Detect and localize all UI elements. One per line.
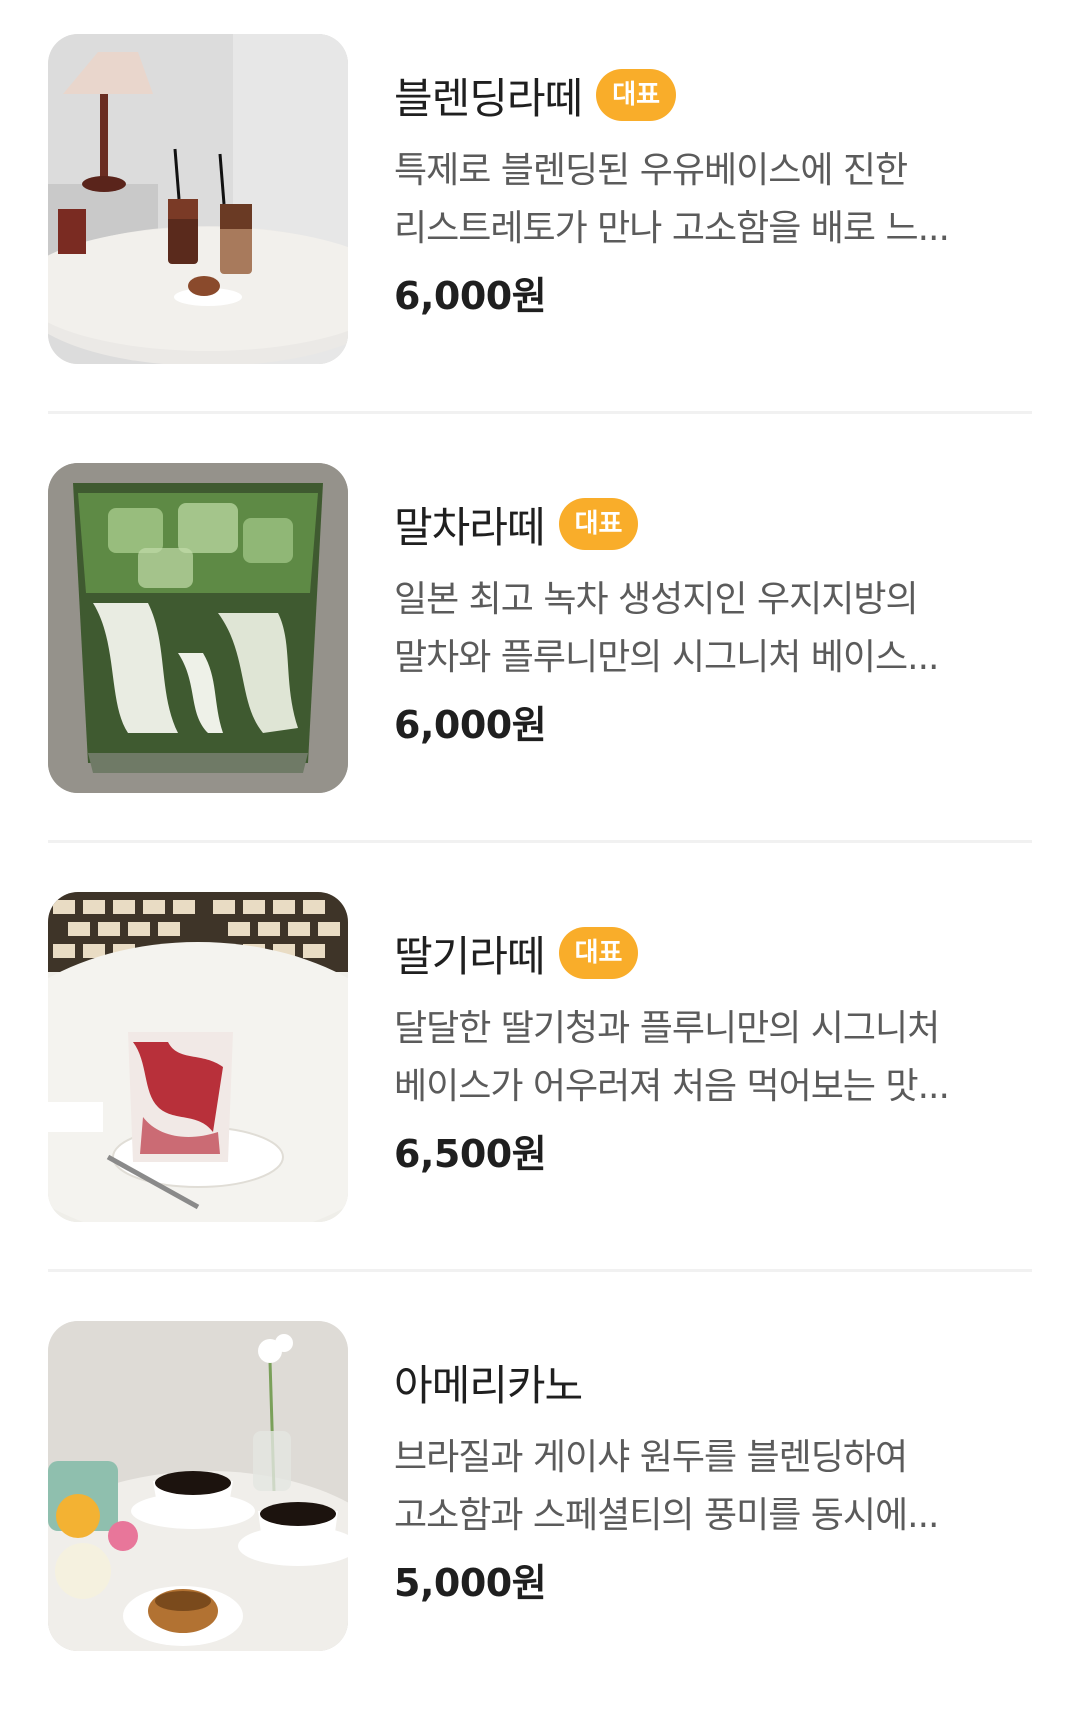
menu-item-image[interactable] bbox=[48, 34, 348, 364]
menu-item-price: 5,000원 bbox=[394, 1561, 547, 1605]
menu-item-name-row: 딸기라떼 대표 bbox=[394, 916, 1034, 990]
iced-coffee-latte-photo bbox=[48, 34, 348, 364]
menu-list: 블렌딩라떼 대표 특제로 블렌딩된 우유베이스에 진한 리스트레토가 만나 고소… bbox=[0, 0, 1080, 1661]
menu-item-blending-latte[interactable]: 블렌딩라떼 대표 특제로 블렌딩된 우유베이스에 진한 리스트레토가 만나 고소… bbox=[48, 0, 1032, 430]
menu-item-name: 블렌딩라떼 bbox=[394, 73, 583, 123]
menu-item-description-line: 일본 최고 녹차 생성지인 우지지방의 bbox=[394, 579, 919, 620]
strawberry-latte-photo bbox=[48, 892, 348, 1222]
menu-item-image[interactable] bbox=[48, 1321, 348, 1651]
menu-item-image[interactable] bbox=[48, 892, 348, 1222]
matcha-latte-photo bbox=[48, 463, 348, 793]
menu-item-info: 블렌딩라떼 대표 특제로 블렌딩된 우유베이스에 진한 리스트레토가 만나 고소… bbox=[394, 58, 1034, 326]
divider bbox=[48, 411, 1032, 414]
menu-item-matcha-latte[interactable]: 말차라떼 대표 일본 최고 녹차 생성지인 우지지방의 말차와 플루니만의 시그… bbox=[48, 429, 1032, 859]
menu-item-info: 아메리카노 브라질과 게이샤 원두를 블렌딩하여 고소함과 스페셜티의 풍미를 … bbox=[394, 1345, 1034, 1613]
menu-item-name-row: 아메리카노 bbox=[394, 1345, 1034, 1419]
menu-item-description: 브라질과 게이샤 원두를 블렌딩하여 고소함과 스페셜티의 풍미를 동시에... bbox=[394, 1429, 1034, 1545]
menu-item-name: 딸기라떼 bbox=[394, 931, 546, 981]
menu-item-description: 일본 최고 녹차 생성지인 우지지방의 말차와 플루니만의 시그니처 베이스..… bbox=[394, 571, 1034, 687]
menu-item-americano[interactable]: 아메리카노 브라질과 게이샤 원두를 블렌딩하여 고소함과 스페셜티의 풍미를 … bbox=[48, 1287, 1032, 1717]
menu-item-info: 딸기라떼 대표 달달한 딸기청과 플루니만의 시그니처 베이스가 어우러져 처음… bbox=[394, 916, 1034, 1184]
menu-item-description-line: 특제로 블렌딩된 우유베이스에 진한 bbox=[394, 150, 908, 191]
americano-photo bbox=[48, 1321, 348, 1651]
menu-item-description-line: 고소함과 스페셜티의 풍미를 동시에... bbox=[394, 1495, 939, 1536]
divider bbox=[48, 1269, 1032, 1272]
menu-item-description-line: 브라질과 게이샤 원두를 블렌딩하여 bbox=[394, 1437, 908, 1478]
menu-item-description-line: 달달한 딸기청과 플루니만의 시그니처 bbox=[394, 1008, 940, 1049]
menu-item-price: 6,000원 bbox=[394, 274, 547, 318]
menu-item-price: 6,000원 bbox=[394, 703, 547, 747]
signature-badge: 대표 bbox=[558, 927, 639, 979]
menu-item-name: 아메리카노 bbox=[394, 1360, 583, 1410]
menu-item-description: 달달한 딸기청과 플루니만의 시그니처 베이스가 어우러져 처음 먹어보는 맛.… bbox=[394, 1000, 1034, 1116]
menu-item-description-line: 말차와 플루니만의 시그니처 베이스... bbox=[394, 637, 939, 678]
menu-item-description: 특제로 블렌딩된 우유베이스에 진한 리스트레토가 만나 고소함을 배로 느..… bbox=[394, 142, 1034, 258]
menu-item-info: 말차라떼 대표 일본 최고 녹차 생성지인 우지지방의 말차와 플루니만의 시그… bbox=[394, 487, 1034, 755]
menu-item-strawberry-latte[interactable]: 딸기라떼 대표 달달한 딸기청과 플루니만의 시그니처 베이스가 어우러져 처음… bbox=[48, 858, 1032, 1288]
menu-item-name-row: 블렌딩라떼 대표 bbox=[394, 58, 1034, 132]
menu-item-name: 말차라떼 bbox=[394, 502, 546, 552]
menu-item-description-line: 베이스가 어우러져 처음 먹어보는 맛... bbox=[394, 1066, 950, 1107]
signature-badge: 대표 bbox=[596, 69, 677, 121]
menu-item-description-line: 리스트레토가 만나 고소함을 배로 느... bbox=[394, 208, 950, 249]
menu-item-image[interactable] bbox=[48, 463, 348, 793]
divider bbox=[48, 840, 1032, 843]
menu-item-name-row: 말차라떼 대표 bbox=[394, 487, 1034, 561]
menu-item-price: 6,500원 bbox=[394, 1132, 547, 1176]
signature-badge: 대표 bbox=[558, 498, 639, 550]
